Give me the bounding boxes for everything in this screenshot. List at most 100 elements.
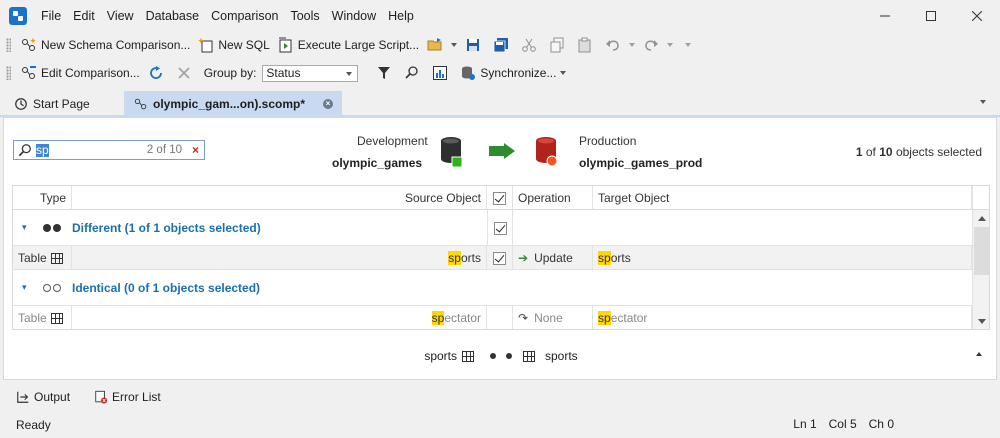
select-all-checkbox[interactable] [493, 191, 506, 205]
status-text: Ready [16, 418, 51, 432]
search-input[interactable] [36, 143, 126, 157]
object-summary-bar: sports sports [4, 344, 998, 368]
open-file-dropdown-icon[interactable] [451, 43, 458, 47]
filter-button[interactable] [372, 62, 400, 84]
stop-button[interactable] [172, 62, 200, 84]
output-tab-label: Output [34, 390, 71, 404]
error-list-tab-label: Error List [112, 390, 161, 404]
row-operation-cell[interactable]: ↷ None [513, 306, 593, 329]
tab-start-page-label: Start Page [33, 97, 90, 111]
row-type-cell: Table [13, 246, 72, 270]
maximize-button[interactable] [908, 0, 954, 32]
group-by-label: Group by: [203, 66, 257, 80]
toolbar-overflow-icon [685, 43, 692, 47]
grid-corner [972, 186, 989, 210]
comparison-document: 2 of 10 × Development olympic_games Prod… [3, 117, 997, 380]
column-header-operation[interactable]: Operation [513, 186, 593, 210]
group-different-checkbox[interactable] [493, 221, 507, 235]
find-objects-button[interactable] [400, 62, 428, 84]
compare-direction-arrow-icon [489, 143, 515, 159]
filter-icon [378, 67, 391, 79]
close-window-button[interactable] [954, 0, 1000, 32]
find-objects-icon [405, 66, 419, 79]
refresh-button[interactable] [144, 62, 172, 84]
toolbar-grip[interactable] [6, 38, 11, 52]
window-controls [862, 0, 1000, 32]
toolbar-overflow-button[interactable] [677, 34, 695, 56]
column-header-target-object[interactable]: Target Object [593, 186, 972, 210]
undo-button[interactable] [601, 34, 639, 56]
search-box[interactable]: 2 of 10 × [13, 140, 205, 160]
new-sql-button[interactable]: New SQL [194, 34, 273, 56]
save-all-button[interactable] [489, 34, 517, 56]
search-icon [18, 144, 31, 157]
report-button[interactable] [428, 62, 456, 84]
selection-count: 1 of 10 objects selected [856, 145, 982, 159]
chevron-down-icon[interactable]: ▾ [22, 282, 27, 293]
menu-help[interactable]: Help [382, 0, 420, 32]
source-object-name: orts [460, 251, 481, 265]
close-tab-icon[interactable]: × [323, 99, 333, 109]
group-row-identical[interactable]: ▾ Identical (0 of 1 objects selected) [13, 270, 972, 306]
scrollbar-thumb[interactable] [974, 227, 989, 275]
selection-suffix-label: objects selected [895, 145, 982, 159]
row-operation-label: None [534, 311, 563, 325]
row-operation-cell[interactable]: ➔ Update [513, 246, 593, 270]
open-file-button[interactable] [423, 34, 461, 56]
source-label: Development [357, 134, 428, 148]
cut-button[interactable] [517, 34, 545, 56]
summary-target-object: sports [545, 349, 578, 363]
row-include-checkbox[interactable] [493, 251, 506, 265]
edit-comparison-button[interactable]: Edit Comparison... [17, 62, 144, 84]
clear-search-icon[interactable]: × [192, 143, 199, 157]
menu-tools[interactable]: Tools [284, 0, 325, 32]
table-row[interactable]: Table sp orts ➔ Update sp orts [13, 246, 972, 270]
menu-comparison[interactable]: Comparison [205, 0, 284, 32]
table-row[interactable]: Table sp ectator ↷ None sp ectator [13, 306, 972, 329]
group-row-different[interactable]: ▾ Different (1 of 1 objects selected) [13, 210, 972, 246]
minimize-button[interactable] [862, 0, 908, 32]
group-different-include-cell [487, 210, 513, 246]
output-tab[interactable]: Output [16, 390, 70, 404]
redo-dropdown-icon[interactable] [667, 43, 674, 47]
menu-edit[interactable]: Edit [67, 0, 101, 32]
search-match-count: 2 of 10 [146, 144, 182, 156]
target-database-name[interactable]: olympic_games_prod [579, 156, 702, 170]
column-header-source-object[interactable]: Source Object [72, 186, 487, 210]
chevron-down-icon[interactable]: ▾ [22, 222, 27, 233]
menu-view[interactable]: View [101, 0, 140, 32]
synchronize-button[interactable]: Synchronize... [456, 62, 570, 84]
tab-olympic-games-comparison[interactable]: olympic_gam...on).scomp* × [124, 91, 342, 117]
menu-database[interactable]: Database [140, 0, 206, 32]
grid-vertical-scrollbar[interactable] [972, 210, 989, 329]
copy-button[interactable] [545, 34, 573, 56]
error-list-tab[interactable]: Error List [94, 390, 161, 404]
menu-file[interactable]: File [35, 0, 67, 32]
scroll-up-icon[interactable] [978, 216, 986, 221]
toolbar-grip[interactable] [6, 66, 11, 80]
source-database-icon [441, 137, 463, 168]
source-match-highlight: sp [448, 251, 461, 265]
synchronize-dropdown-icon[interactable] [560, 71, 567, 75]
expand-panel-icon[interactable] [976, 352, 982, 356]
start-page-icon [15, 98, 27, 110]
group-by-select[interactable]: Status [262, 64, 359, 82]
undo-dropdown-icon[interactable] [629, 43, 636, 47]
row-source-object-cell: sp ectator [72, 306, 487, 329]
menu-window[interactable]: Window [326, 0, 382, 32]
column-header-include[interactable] [487, 186, 513, 210]
tab-list-dropdown-icon[interactable] [980, 100, 986, 104]
paste-button[interactable] [573, 34, 601, 56]
execute-large-script-button[interactable]: Execute Large Script... [274, 34, 423, 56]
new-schema-comparison-button[interactable]: New Schema Comparison... [17, 34, 194, 56]
row-target-object-cell: sp orts [593, 246, 972, 270]
source-database-name[interactable]: olympic_games [332, 156, 422, 170]
save-button[interactable] [461, 34, 489, 56]
source-match-highlight: sp [431, 311, 445, 325]
column-header-type[interactable]: Type [13, 186, 72, 210]
redo-button[interactable] [639, 34, 677, 56]
tab-start-page[interactable]: Start Page [4, 91, 122, 117]
comparison-toolbar: Edit Comparison... Group by: Status Sync… [0, 59, 1000, 87]
column-source-object-label: Source Object [404, 191, 481, 205]
scroll-down-icon[interactable] [978, 319, 986, 324]
